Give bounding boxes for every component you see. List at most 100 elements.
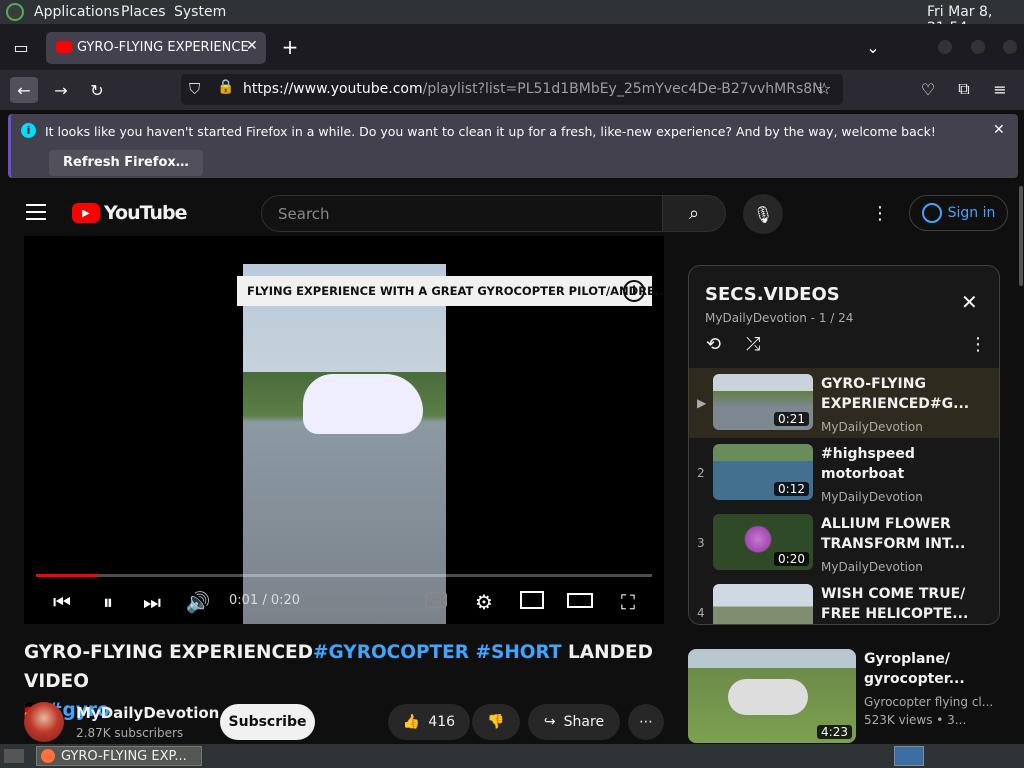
playlist-item-title: GYRO-FLYING EXPERIENCED#G... (821, 376, 970, 412)
like-button[interactable]: 👍 416 (388, 704, 470, 740)
notification-bar: i It looks like you haven't started Fire… (8, 114, 1018, 178)
playlist-item[interactable]: ▶ 0:21 GYRO-FLYING EXPERIENCED#G... MyDa… (689, 368, 999, 438)
window-minimize-icon[interactable] (938, 40, 952, 54)
info-card-text: FLYING EXPERIENCE WITH A GREAT GYROCOPTE… (247, 284, 669, 298)
playlist-more-icon[interactable]: ⋮ (969, 334, 987, 355)
hashtag-gyrocopter[interactable]: #GYROCOPTER (313, 642, 469, 663)
refresh-firefox-button[interactable]: Refresh Firefox… (49, 150, 203, 176)
video-progress-fill (36, 574, 98, 577)
playlist-item[interactable]: 2 0:12 #highspeed motorboat MyDailyDevot… (689, 438, 999, 508)
system-menu[interactable]: System (174, 4, 226, 20)
playlist-item-title: WISH COME TRUE/ FREE HELICOPTE... (821, 586, 969, 622)
sign-in-button[interactable]: Sign in (909, 195, 1008, 231)
url-bar[interactable]: ⛉ 🔒 https://www.youtube.com/playlist?lis… (181, 74, 843, 105)
tab-list-chevron-icon[interactable]: ⌄ (862, 36, 884, 58)
taskbar-window-title: GYRO-FLYING EXP... (61, 748, 187, 764)
video-info-card[interactable]: FLYING EXPERIENCE WITH A GREAT GYROCOPTE… (237, 276, 668, 306)
playlist-item-index: 2 (697, 466, 705, 480)
thumbs-down-icon: 👎 (487, 714, 505, 730)
playlist-item[interactable]: 3 0:20 ALLIUM FLOWER TRANSFORM INT... My… (689, 508, 999, 578)
voice-search-icon[interactable]: 🎙 (743, 194, 783, 234)
extensions-icon[interactable]: ⧉ (952, 77, 976, 101)
video-frame[interactable] (243, 264, 446, 624)
playlist-item-duration: 0:12 (774, 482, 809, 496)
playlist-title[interactable]: SECS.VIDEOS (705, 284, 840, 305)
previous-icon[interactable]: ⏮ (50, 590, 74, 614)
video-time: 0:01 / 0:20 (229, 593, 301, 608)
menu-hamburger-icon[interactable]: ≡ (988, 77, 1012, 101)
channel-avatar[interactable] (24, 702, 64, 742)
new-tab-icon[interactable]: + (279, 35, 301, 59)
system-logo-icon[interactable] (6, 3, 24, 21)
tab-overview-icon[interactable]: ▭ (10, 36, 32, 58)
video-progress-bar[interactable] (36, 574, 652, 577)
pocket-icon[interactable]: ♡ (916, 77, 940, 101)
taskbar: GYRO-FLYING EXP... (0, 744, 1024, 768)
share-label: Share (563, 714, 605, 730)
system-top-bar: Applications Places System Fri Mar 8, 21… (0, 0, 1024, 36)
related-duration: 4:23 (817, 725, 852, 739)
share-icon: ↪ (543, 714, 556, 730)
related-video[interactable]: 4:23 Gyroplane/ gyrocopter... Gyrocopter… (688, 649, 1008, 743)
shield-icon[interactable]: ⛉ (189, 80, 200, 98)
forward-icon[interactable]: → (48, 77, 74, 103)
search-input[interactable]: Search (261, 195, 663, 232)
lock-icon[interactable]: 🔒 (217, 79, 234, 95)
related-thumbnail: 4:23 (688, 649, 856, 743)
playlist-panel: SECS.VIDEOS MyDailyDevotion - 1 / 24 ✕ ⟲… (688, 265, 1000, 625)
dislike-button[interactable]: 👎 (472, 704, 520, 740)
subscribe-button[interactable]: Subscribe (220, 704, 315, 740)
bookmark-star-icon[interactable]: ☆ (817, 79, 831, 98)
search-button[interactable]: ⌕ (662, 195, 726, 232)
pause-icon[interactable]: ⏸ (96, 590, 120, 614)
show-desktop-icon[interactable] (4, 749, 24, 763)
url-path: /playlist?list=PL51d1BMbEy_25mYvec4De-B2… (422, 81, 823, 97)
playlist-thumbnail: 0:12 (713, 444, 813, 500)
window-close-icon[interactable] (1003, 40, 1017, 54)
back-icon[interactable]: ← (10, 77, 38, 103)
reload-icon[interactable]: ↻ (84, 77, 110, 103)
playlist-close-icon[interactable]: ✕ (961, 290, 978, 314)
youtube-logo[interactable]: ▶ YouTube (72, 202, 187, 224)
more-options-icon[interactable]: ⋮ (870, 200, 890, 226)
fullscreen-icon[interactable]: ⛶ (616, 590, 640, 614)
share-button[interactable]: ↪ Share (528, 704, 620, 740)
workspace-switcher-icon[interactable] (894, 746, 924, 766)
hashtag-short[interactable]: #SHORT (476, 642, 562, 663)
captions-icon[interactable]: CC (425, 592, 447, 608)
applications-menu[interactable]: Applications (34, 4, 120, 20)
related-title: Gyroplane/ gyrocopter... (864, 651, 965, 687)
shuffle-icon[interactable]: ⤮ (746, 334, 760, 355)
tab-youtube[interactable]: GYRO-FLYING EXPERIENCE ✕ (46, 32, 266, 64)
related-channel: Gyrocopter flying cl... (864, 695, 994, 709)
loop-icon[interactable]: ⟲ (706, 334, 721, 355)
taskbar-window-button[interactable]: GYRO-FLYING EXP... (36, 746, 202, 766)
settings-gear-icon[interactable]: ⚙ (472, 590, 496, 614)
playlist-item[interactable]: 4 WISH COME TRUE/ FREE HELICOPTE... (689, 578, 999, 624)
search-icon: ⌕ (688, 203, 700, 224)
volume-icon[interactable]: 🔊 (186, 590, 211, 614)
notification-close-icon[interactable]: ✕ (993, 122, 1005, 138)
page-scrollbar[interactable] (1019, 186, 1023, 286)
hamburger-menu-icon[interactable] (26, 204, 46, 220)
search-placeholder: Search (278, 205, 330, 223)
theater-mode-icon[interactable] (567, 593, 593, 608)
window-maximize-icon[interactable] (971, 40, 985, 54)
channel-name[interactable]: MyDailyDevotion (76, 704, 219, 722)
playlist-item-index: 3 (697, 536, 705, 550)
thumbs-up-icon: 👍 (402, 714, 421, 730)
places-menu[interactable]: Places (121, 4, 166, 20)
playlist-thumbnail: 0:21 (713, 374, 813, 430)
playlist-thumbnail (713, 584, 813, 624)
miniplayer-icon[interactable] (520, 591, 544, 609)
playlist-item-duration: 0:21 (774, 412, 809, 426)
playlist-subtitle: MyDailyDevotion - 1 / 24 (705, 311, 854, 325)
tab-close-icon[interactable]: ✕ (246, 38, 258, 54)
more-actions-icon[interactable]: ⋯ (628, 704, 664, 740)
url-host: https://www.youtube.com (243, 81, 423, 97)
youtube-play-logo-icon: ▶ (72, 203, 100, 223)
playlist-thumbnail: 0:20 (713, 514, 813, 570)
sign-in-label: Sign in (947, 205, 996, 221)
next-icon[interactable]: ⏭ (140, 590, 164, 614)
info-card-icon[interactable]: i (623, 280, 645, 302)
